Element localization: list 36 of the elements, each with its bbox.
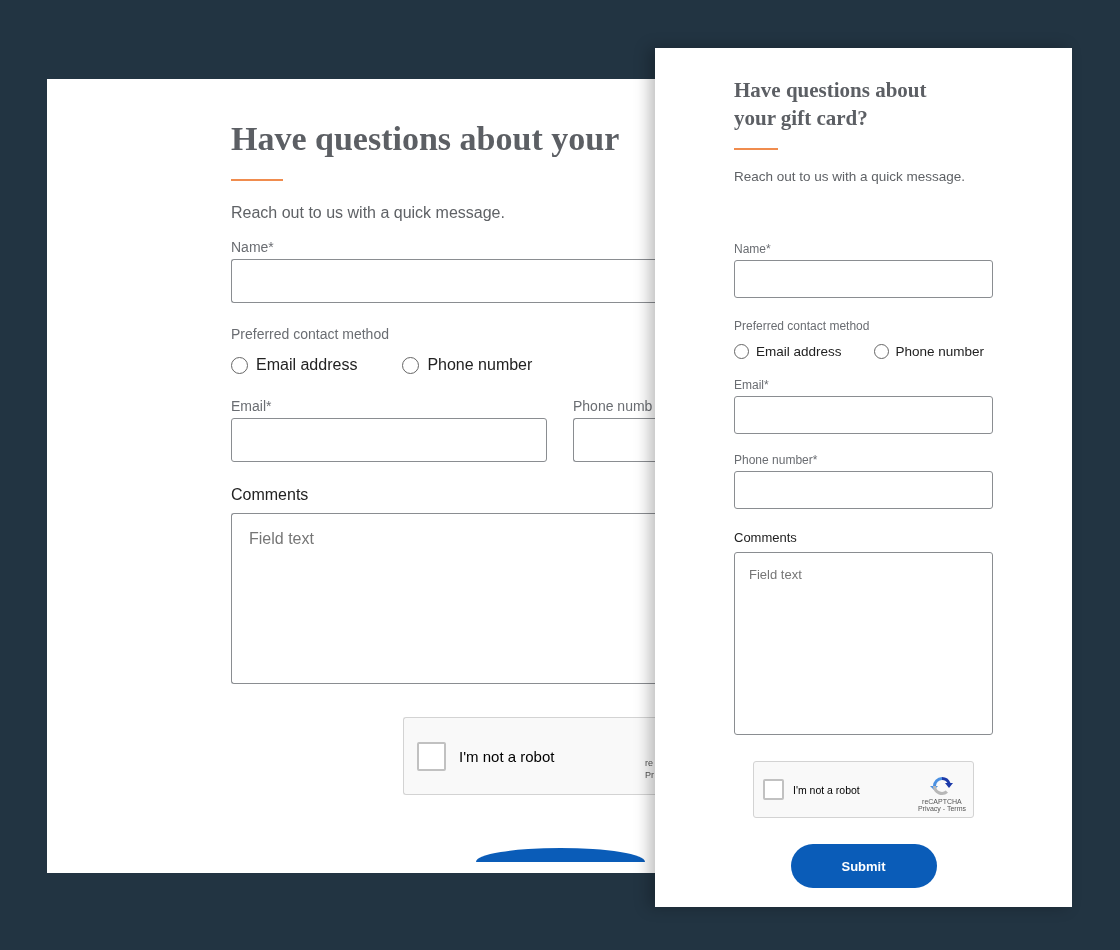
field-label: Email* [734, 378, 770, 392]
captcha-links[interactable]: Pr [645, 770, 654, 780]
field-label: Name* [734, 242, 772, 256]
comments-field[interactable]: Field text [734, 552, 993, 735]
heading: Have questions about your [231, 119, 621, 159]
captcha-brand: re [645, 758, 653, 768]
name-field[interactable] [231, 259, 655, 303]
field-label: Comments [734, 530, 798, 545]
email-field[interactable] [734, 396, 993, 434]
email-field[interactable] [231, 418, 547, 462]
radio-option[interactable]: Email address [734, 344, 842, 359]
field-label: Name* [231, 239, 275, 255]
subtitle: Reach out to us with a quick message. [231, 204, 506, 222]
field-label: Phone numb [573, 398, 654, 414]
field-label: Preferred contact method [734, 319, 871, 333]
radio-option[interactable]: Email address [231, 356, 358, 374]
subtitle: Reach out to us with a quick message. [734, 169, 967, 184]
name-field[interactable] [734, 260, 993, 298]
checkbox[interactable] [417, 741, 446, 771]
field-label: Comments [231, 486, 310, 504]
heading: Have questions about your gift card? [734, 77, 928, 132]
accent-rule [734, 148, 778, 150]
submit-button[interactable] [476, 848, 645, 862]
submit-button[interactable]: Submit [790, 844, 937, 888]
captcha-label: I'm not a robot [459, 747, 555, 765]
radio-option[interactable]: Phone number [402, 356, 533, 374]
phone-field[interactable] [734, 471, 993, 509]
checkbox[interactable] [763, 779, 784, 800]
captcha-label: I'm not a robot [793, 783, 860, 796]
comments-field[interactable]: Field text [231, 513, 655, 684]
field-label: Phone number* [734, 453, 819, 467]
radio-option[interactable]: Phone number [873, 344, 985, 359]
field-label: Preferred contact method [231, 326, 390, 342]
field-label: Email* [231, 398, 273, 414]
accent-rule [231, 179, 283, 181]
phone-field[interactable] [573, 418, 655, 462]
